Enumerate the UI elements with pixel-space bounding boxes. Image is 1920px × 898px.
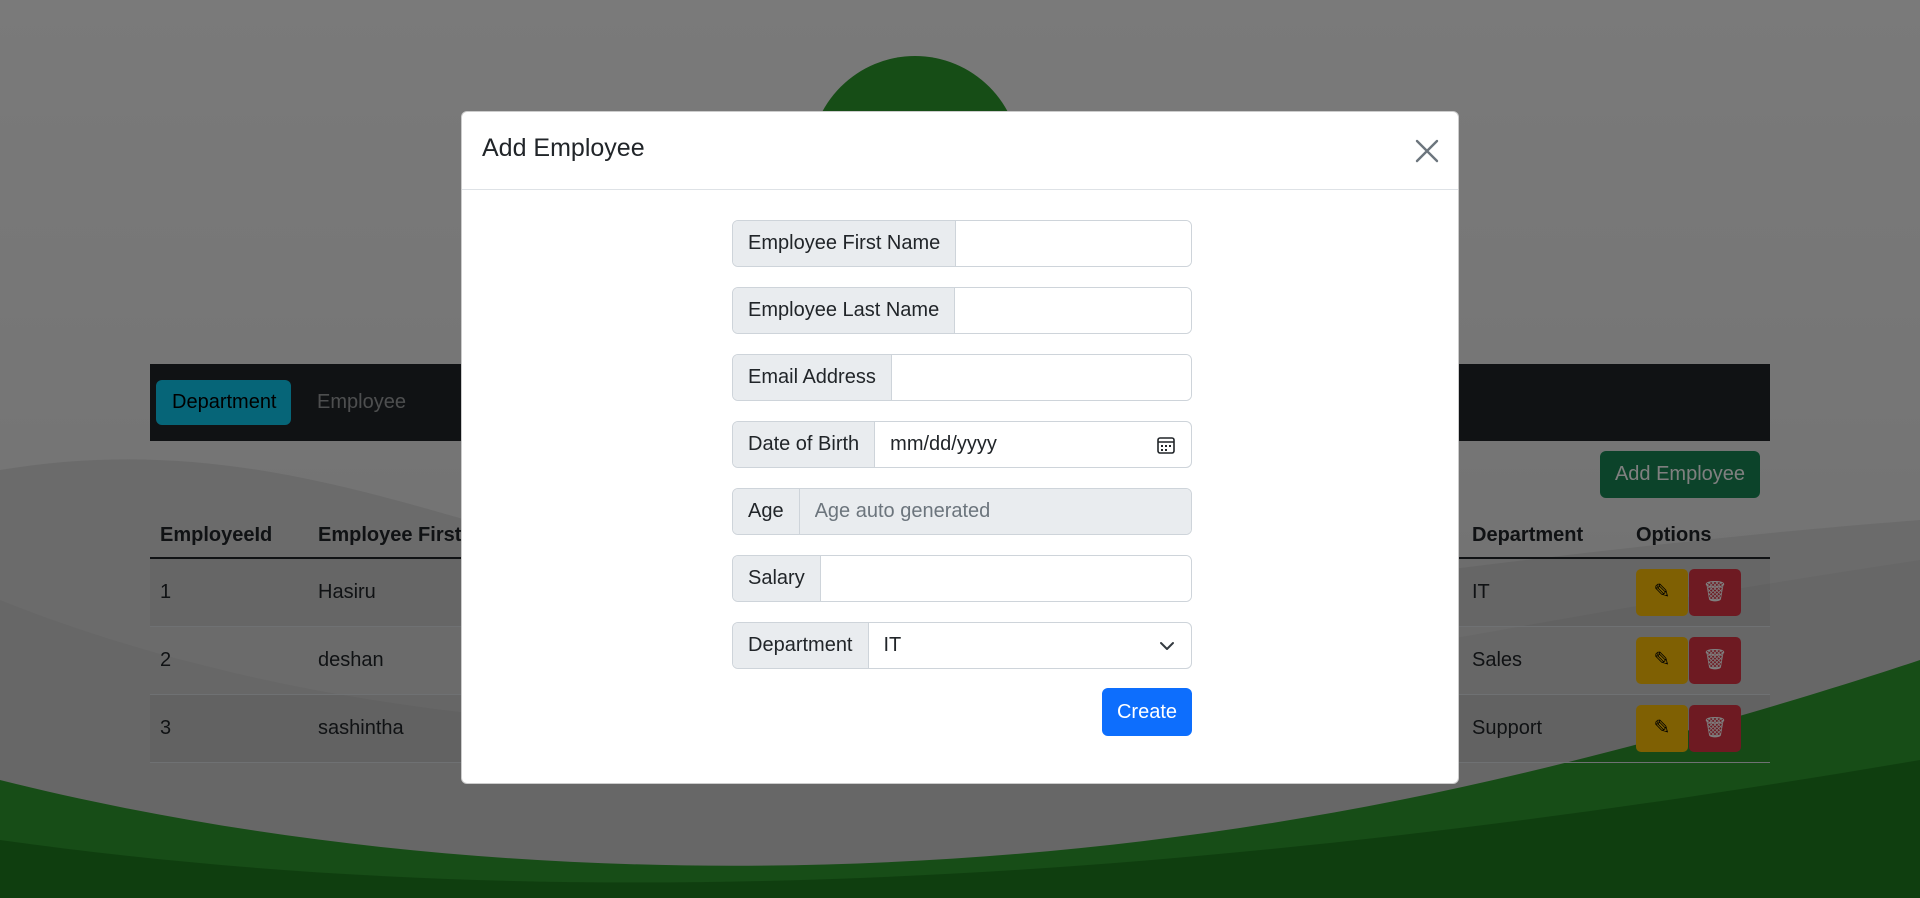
- last-name-group: Employee Last Name: [732, 287, 1192, 334]
- calendar-icon[interactable]: [1156, 435, 1176, 455]
- create-button[interactable]: Create: [1102, 688, 1192, 736]
- close-button[interactable]: [1410, 134, 1444, 168]
- add-employee-modal: Add Employee Employee First Name Employe…: [461, 111, 1459, 784]
- email-input[interactable]: [891, 355, 1191, 400]
- department-label: Department: [733, 623, 869, 668]
- age-input: [799, 489, 1191, 534]
- dob-input[interactable]: mm/dd/yyyy: [875, 422, 1191, 467]
- dob-label: Date of Birth: [733, 422, 876, 467]
- first-name-input[interactable]: [956, 221, 1191, 266]
- email-group: Email Address: [732, 354, 1192, 401]
- age-label: Age: [733, 489, 800, 534]
- salary-group: Salary: [732, 555, 1192, 602]
- last-name-label: Employee Last Name: [733, 288, 956, 333]
- department-select[interactable]: IT: [869, 623, 1192, 668]
- department-selected-value: IT: [883, 634, 902, 656]
- dob-group: Date of Birth mm/dd/yyyy: [732, 421, 1192, 468]
- close-icon: [1415, 139, 1439, 163]
- first-name-label: Employee First Name: [733, 221, 957, 266]
- chevron-down-icon: [1160, 641, 1174, 650]
- email-label: Email Address: [733, 355, 892, 400]
- modal-header: Add Employee: [462, 112, 1458, 190]
- last-name-input[interactable]: [955, 288, 1191, 333]
- first-name-group: Employee First Name: [732, 220, 1192, 267]
- dob-placeholder: mm/dd/yyyy: [890, 433, 997, 455]
- salary-input[interactable]: [820, 556, 1191, 601]
- salary-label: Salary: [733, 556, 821, 601]
- department-group: Department IT: [732, 622, 1192, 669]
- age-group: Age: [732, 488, 1192, 535]
- modal-title: Add Employee: [482, 134, 645, 162]
